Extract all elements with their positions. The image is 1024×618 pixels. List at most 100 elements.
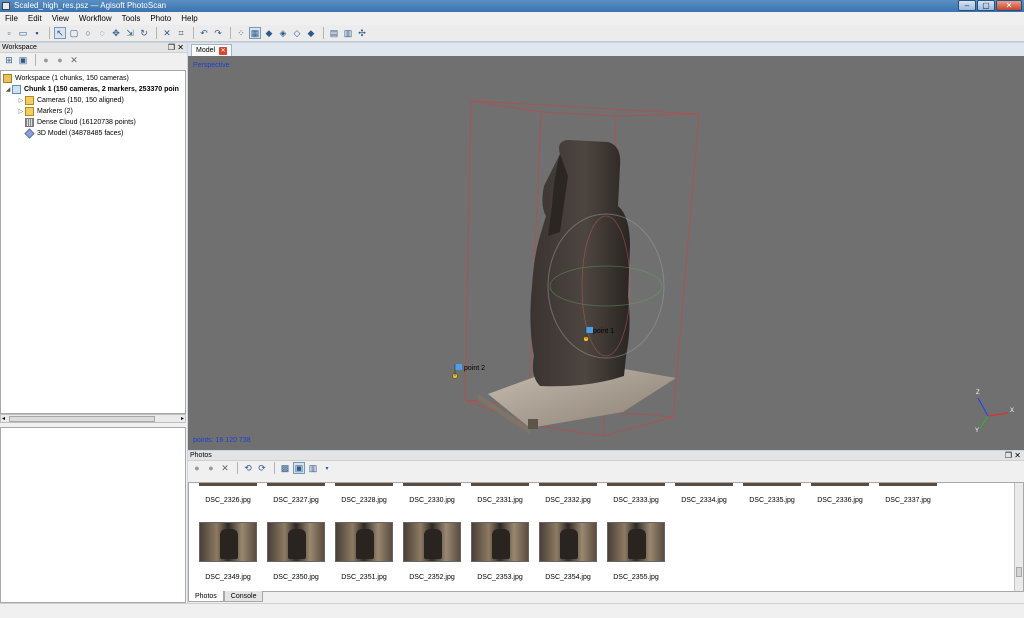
photo-item[interactable]: DSC_2349.jpg: [198, 522, 258, 581]
close-tab-icon[interactable]: ✕: [219, 46, 228, 55]
photo-item[interactable]: DSC_2351.jpg: [334, 522, 394, 581]
scrollbar-thumb[interactable]: [9, 416, 155, 422]
tab-photos[interactable]: Photos: [188, 591, 224, 602]
undo-icon[interactable]: ↶: [198, 27, 210, 39]
resize-region-icon[interactable]: ⇲: [124, 27, 136, 39]
photo-item[interactable]: DSC_2336.jpg: [810, 497, 870, 504]
close-panel-icon[interactable]: ✕: [177, 43, 184, 52]
add-photos-icon[interactable]: ▣: [17, 54, 29, 66]
move-region-icon[interactable]: ✥: [110, 27, 122, 39]
photo-item[interactable]: DSC_2337.jpg: [878, 497, 938, 504]
menu-tools[interactable]: Tools: [117, 14, 146, 23]
navigation-icon[interactable]: ↖: [54, 27, 66, 39]
photo-item[interactable]: DSC_2352.jpg: [402, 522, 462, 581]
add-chunk-icon[interactable]: ⊞: [3, 54, 15, 66]
remove-cameras-icon[interactable]: ✕: [219, 462, 231, 474]
expand-icon[interactable]: ▷: [17, 108, 25, 115]
reset-view-icon[interactable]: ✣: [356, 27, 368, 39]
photo-item[interactable]: DSC_2353.jpg: [470, 522, 530, 581]
float-panel-icon[interactable]: ❐: [1005, 451, 1012, 460]
tree-item-label: Markers (2): [37, 108, 73, 115]
circle-selection-icon[interactable]: ○: [82, 27, 94, 39]
textured-model-icon[interactable]: ◆: [305, 27, 317, 39]
rotate-right-icon[interactable]: ⟳: [256, 462, 268, 474]
thumbnail-strip: [403, 483, 461, 486]
model-viewport[interactable]: Perspective points: 16 120 738 point 1 p…: [188, 56, 1024, 450]
menu-edit[interactable]: Edit: [23, 14, 47, 23]
dense-cloud-icon[interactable]: ▦: [249, 27, 261, 39]
disable-icon[interactable]: ●: [54, 54, 66, 66]
close-button[interactable]: ✕: [996, 0, 1022, 11]
photo-item[interactable]: DSC_2334.jpg: [674, 497, 734, 504]
horizontal-scrollbar[interactable]: ◂ ▸: [0, 414, 186, 423]
photo-item[interactable]: DSC_2332.jpg: [538, 497, 598, 504]
free-form-selection-icon[interactable]: ◌: [96, 27, 108, 39]
photo-filename: DSC_2332.jpg: [545, 497, 591, 504]
save-icon[interactable]: ▪: [31, 27, 43, 39]
photo-thumbnail: [199, 522, 257, 562]
tree-item-chunk[interactable]: ◢ Chunk 1 (150 cameras, 2 markers, 25337…: [1, 84, 185, 95]
photo-filename: DSC_2349.jpg: [205, 574, 251, 581]
point-cloud-icon[interactable]: ⁘: [235, 27, 247, 39]
scroll-left-icon[interactable]: ◂: [2, 415, 5, 422]
photo-item[interactable]: DSC_2335.jpg: [742, 497, 802, 504]
maximize-button[interactable]: ▢: [977, 0, 995, 11]
scrollbar-thumb[interactable]: [1016, 567, 1022, 577]
photo-thumbnail: [335, 522, 393, 562]
tree-item-cameras[interactable]: ▷ Cameras (150, 150 aligned): [1, 95, 185, 106]
tree-item-markers[interactable]: ▷ Markers (2): [1, 106, 185, 117]
menu-file[interactable]: File: [0, 14, 23, 23]
view-mode-icon[interactable]: ▥: [307, 462, 319, 474]
tree-item-workspace[interactable]: Workspace (1 chunks, 150 cameras): [1, 73, 185, 84]
tab-model[interactable]: Model ✕: [191, 44, 233, 56]
photo-item[interactable]: DSC_2350.jpg: [266, 522, 326, 581]
photo-item[interactable]: DSC_2327.jpg: [266, 497, 326, 504]
crop-selection-icon[interactable]: ⌗: [175, 27, 187, 39]
shaded-model-icon[interactable]: ◆: [263, 27, 275, 39]
scroll-right-icon[interactable]: ▸: [181, 415, 184, 422]
remove-items-icon[interactable]: ✕: [68, 54, 80, 66]
filter-photos-icon[interactable]: ▩: [279, 462, 291, 474]
photo-item[interactable]: DSC_2355.jpg: [606, 522, 666, 581]
menu-workflow[interactable]: Workflow: [74, 14, 117, 23]
show-cameras-icon[interactable]: ▤: [328, 27, 340, 39]
thumbnail-strip: [675, 483, 733, 486]
enable-icon[interactable]: ●: [40, 54, 52, 66]
float-panel-icon[interactable]: ❐: [168, 43, 175, 52]
wireframe-model-icon[interactable]: ◇: [291, 27, 303, 39]
photo-item[interactable]: DSC_2354.jpg: [538, 522, 598, 581]
photos-title: Photos: [190, 452, 212, 459]
photo-item[interactable]: DSC_2328.jpg: [334, 497, 394, 504]
tree-item-3d-model[interactable]: 3D Model (34878485 faces): [1, 128, 185, 139]
photo-item[interactable]: DSC_2331.jpg: [470, 497, 530, 504]
toolbar-separator: [193, 27, 194, 39]
photo-filename: DSC_2337.jpg: [885, 497, 931, 504]
show-region-icon[interactable]: ▥: [342, 27, 354, 39]
view-mode-dropdown-icon[interactable]: ▾: [321, 462, 333, 474]
tab-console[interactable]: Console: [223, 591, 264, 602]
open-folder-icon[interactable]: ▭: [17, 27, 29, 39]
enable-cameras-icon[interactable]: ●: [191, 462, 203, 474]
redo-icon[interactable]: ↷: [212, 27, 224, 39]
rotate-region-icon[interactable]: ↻: [138, 27, 150, 39]
close-panel-icon[interactable]: ✕: [1014, 451, 1021, 460]
filter-by-markers-icon[interactable]: ▣: [293, 462, 305, 474]
rectangle-selection-icon[interactable]: ▢: [68, 27, 80, 39]
delete-selection-icon[interactable]: ✕: [161, 27, 173, 39]
vertical-scrollbar[interactable]: [1014, 483, 1023, 591]
menu-view[interactable]: View: [47, 14, 74, 23]
new-file-icon[interactable]: ▫: [3, 27, 15, 39]
disable-cameras-icon[interactable]: ●: [205, 462, 217, 474]
menu-help[interactable]: Help: [176, 14, 202, 23]
minimize-button[interactable]: –: [958, 0, 976, 11]
menu-photo[interactable]: Photo: [145, 14, 176, 23]
collapse-icon[interactable]: ◢: [4, 86, 12, 93]
expand-icon[interactable]: ▷: [17, 97, 25, 104]
tree-item-dense-cloud[interactable]: Dense Cloud (16120738 points): [1, 117, 185, 128]
photo-item[interactable]: DSC_2333.jpg: [606, 497, 666, 504]
rotate-left-icon[interactable]: ⟲: [242, 462, 254, 474]
photo-item[interactable]: DSC_2326.jpg: [198, 497, 258, 504]
tree-item-label: Dense Cloud (16120738 points): [37, 119, 136, 126]
photo-item[interactable]: DSC_2330.jpg: [402, 497, 462, 504]
solid-model-icon[interactable]: ◈: [277, 27, 289, 39]
